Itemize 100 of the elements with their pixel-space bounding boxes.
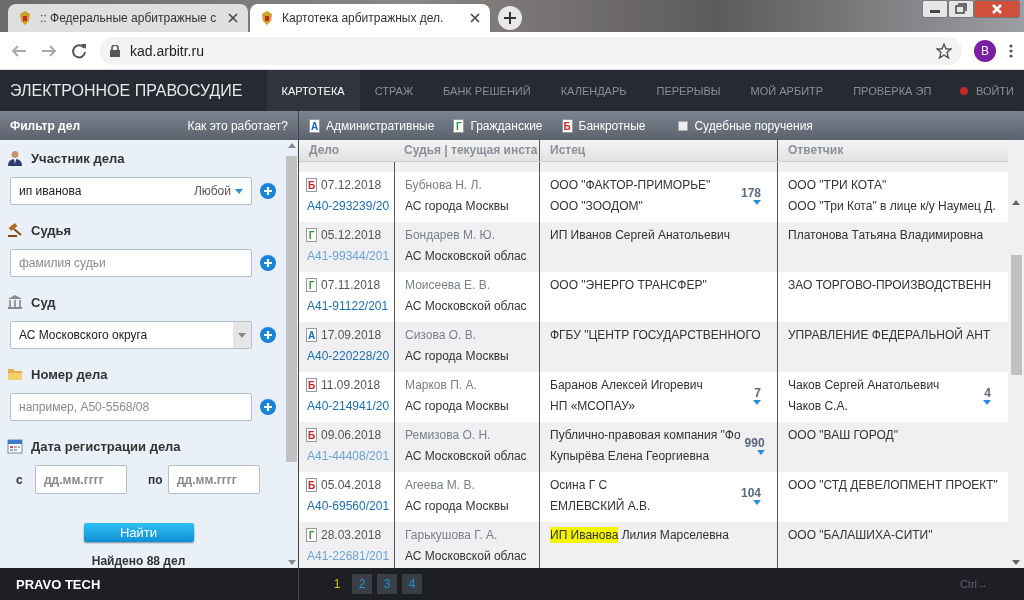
caret-icon: [753, 200, 761, 205]
emblem-icon: [260, 10, 274, 26]
nav-item[interactable]: КАРТОТЕКА: [266, 70, 360, 111]
party-name[interactable]: ООО "СТД ДЕВЕЛОПМЕНТ ПРОЕКТ": [788, 478, 998, 492]
judge-name: Марков П. А.: [405, 378, 478, 392]
nav-item[interactable]: МОЙ АРБИТР: [735, 70, 839, 111]
party-name[interactable]: ООО "БАЛАШИХА-СИТИ": [788, 528, 933, 542]
party-name[interactable]: Чаков С.А.: [788, 399, 940, 413]
close-icon[interactable]: [228, 13, 238, 23]
page-link[interactable]: 1: [327, 574, 347, 594]
date-to-field[interactable]: дд.мм.гггг: [168, 465, 260, 494]
scrollbar-thumb[interactable]: [286, 156, 297, 462]
up-arrow-icon[interactable]: [1012, 200, 1020, 205]
judge-name: Сизова О. В.: [405, 328, 477, 342]
down-arrow-icon[interactable]: [1012, 560, 1020, 565]
judge-name: Бондарев М. Ю.: [405, 228, 497, 242]
party-name[interactable]: Чаков Сергей Анатольевич: [788, 378, 940, 392]
checkbox-label: Судебные поручения: [694, 118, 813, 133]
party-name[interactable]: Баранов Алексей Игоревич: [550, 378, 703, 392]
party-name[interactable]: ООО "ЗООДОМ": [550, 199, 711, 213]
party-name[interactable]: ООО "ТРИ КОТА": [788, 178, 996, 192]
page-link[interactable]: 3: [377, 574, 397, 594]
date-from-field[interactable]: дд.мм.гггг: [35, 465, 127, 494]
up-arrow-icon[interactable]: [287, 143, 296, 148]
menu-icon[interactable]: [1008, 42, 1014, 59]
judge-name: Агеева М. В.: [405, 478, 476, 492]
document-icon: А: [306, 328, 317, 342]
party-name[interactable]: НП «МСОПАУ»: [550, 399, 703, 413]
add-icon[interactable]: [260, 183, 276, 199]
lock-icon: [110, 44, 120, 57]
restore-icon[interactable]: [948, 0, 974, 18]
judge-name: Гарькушова Г. А.: [405, 528, 499, 542]
court-name: АС города Москвы: [405, 499, 510, 513]
case-type-filter[interactable]: Г Гражданские: [453, 118, 543, 133]
help-link[interactable]: Как это работает?: [187, 118, 288, 133]
party-name[interactable]: ЕМЛЕВСКИЙ А.В.: [550, 499, 651, 513]
party-name[interactable]: Публично-правовая компания "Фо: [550, 428, 741, 442]
down-arrow-icon[interactable]: [287, 560, 296, 565]
party-name[interactable]: УПРАВЛЕНИЕ ФЕДЕРАЛЬНОЙ АНТ: [788, 328, 991, 342]
party-name[interactable]: Осина Г С: [550, 478, 651, 492]
nav-item[interactable]: СТРАЖ: [359, 70, 429, 111]
participant-count[interactable]: 990: [744, 436, 765, 472]
party-name[interactable]: Купырёва Елена Георгиевна: [550, 449, 741, 463]
participant-count[interactable]: 178: [740, 186, 761, 222]
judge-field[interactable]: фамилия судьи: [10, 249, 252, 277]
profile-avatar[interactable]: B: [974, 39, 996, 62]
login-link[interactable]: ВОЙТИ: [975, 84, 1014, 97]
browser-tab[interactable]: :: Федеральные арбитражные с: [8, 4, 248, 32]
reload-icon[interactable]: [70, 41, 88, 60]
role-dropdown[interactable]: Любой: [193, 184, 243, 198]
nav-item[interactable]: БАНК РЕШЕНИЙ: [428, 70, 546, 111]
page-link[interactable]: 4: [402, 574, 422, 594]
judge-name: Моисеева Е. В.: [405, 278, 492, 292]
case-link[interactable]: А40-220228/20: [306, 349, 390, 363]
nav-item[interactable]: ПЕРЕРЫВЫ: [641, 70, 736, 111]
document-icon: Б: [306, 478, 317, 492]
participant-count[interactable]: 104: [740, 486, 761, 522]
court-name: АС Московской облас: [405, 449, 528, 463]
add-icon[interactable]: [260, 327, 276, 343]
party-name[interactable]: ООО "ФАКТОР-ПРИМОРЬЕ": [550, 178, 711, 192]
party-name[interactable]: ЗАО ТОРГОВО-ПРОИЗВОДСТВЕНН: [788, 278, 992, 292]
status-dot: [959, 86, 968, 95]
add-icon[interactable]: [260, 255, 276, 271]
folder-icon: [7, 366, 23, 382]
participant-count[interactable]: 7: [753, 386, 761, 422]
party-name[interactable]: ФГБУ "ЦЕНТР ГОСУДАРСТВЕННОГО: [550, 328, 761, 342]
minimize-icon[interactable]: [922, 0, 948, 18]
nav-item[interactable]: КАЛЕНДАРЬ: [545, 70, 642, 111]
page-link[interactable]: 2: [352, 574, 372, 594]
case-link[interactable]: А41-91122/201: [306, 299, 389, 313]
new-tab-icon[interactable]: [498, 6, 522, 30]
case-link[interactable]: А40-214941/20: [306, 399, 390, 413]
case-link[interactable]: А40-69560/201: [306, 499, 390, 513]
participant-count[interactable]: 4: [983, 386, 991, 422]
case-type-filter[interactable]: А Административные: [309, 118, 435, 133]
document-icon: Г: [453, 118, 465, 133]
address-bar[interactable]: kad.arbitr.ru: [100, 36, 962, 65]
court-select[interactable]: АС Московского округа: [10, 321, 252, 349]
close-icon[interactable]: [974, 0, 1020, 18]
brand-logo: PRAVO TECH: [16, 576, 101, 592]
from-label: с: [16, 472, 24, 487]
star-icon[interactable]: [936, 42, 952, 59]
checkbox[interactable]: [678, 120, 689, 131]
scrollbar-thumb[interactable]: [1010, 255, 1022, 375]
party-name[interactable]: Платонова Татьяна Владимировна: [788, 228, 984, 242]
case-link[interactable]: А40-293239/20: [306, 199, 390, 213]
party-name[interactable]: ООО "ВАШ ГОРОД": [788, 428, 898, 442]
case-date: 07.11.2018: [321, 278, 381, 292]
close-icon[interactable]: [470, 13, 480, 23]
party-name[interactable]: ООО "Три Кота" в лице к/у Наумец Д.: [788, 199, 996, 213]
party-name[interactable]: ООО "ЭНЕРГО ТРАНСФЕР": [550, 278, 707, 292]
case-number-field[interactable]: например, А50-5568/08: [10, 393, 252, 421]
party-name[interactable]: ИП Иванов Сергей Анатольевич: [550, 228, 731, 242]
add-icon[interactable]: [260, 399, 276, 415]
nav-item[interactable]: ПРОВЕРКА ЭП: [838, 70, 947, 111]
browser-tab[interactable]: Картотека арбитражных дел.: [250, 4, 490, 32]
case-type-filter[interactable]: Б Банкротные: [561, 118, 646, 133]
participant-field[interactable]: ип иванова Любой: [10, 177, 252, 205]
section-label: Суд: [31, 294, 56, 310]
keyboard-hint: Ctrl→: [959, 578, 988, 590]
